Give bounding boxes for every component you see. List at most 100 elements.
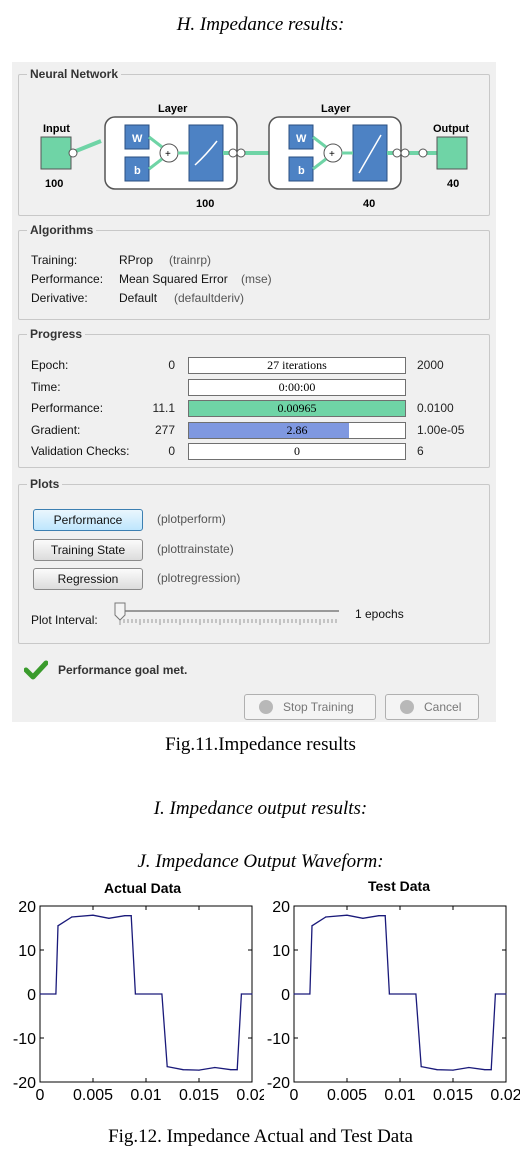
- data-point: [134, 993, 136, 995]
- layer2-label: Layer: [321, 103, 351, 115]
- figure-caption-11: Fig.11.Impedance results: [165, 734, 356, 755]
- plots-group: Plots Performance (plotperform) Training…: [18, 477, 490, 644]
- output-size: 40: [447, 178, 459, 190]
- progress-start: 0: [168, 444, 175, 458]
- progress-label: Epoch:: [31, 358, 69, 372]
- layer1-size: 100: [196, 198, 214, 210]
- chart-title-actual: Actual Data: [104, 880, 182, 896]
- x-tick-label: 0.005: [327, 1087, 367, 1104]
- group-title: Progress: [27, 327, 86, 341]
- algo-label: Training:: [31, 253, 78, 267]
- progress-end: 6: [417, 444, 424, 458]
- algo-sub: (trainrp): [169, 253, 212, 267]
- performance-plot-sub: (plotperform): [157, 512, 226, 526]
- progress-value: 27 iterations: [267, 358, 327, 372]
- chart-title-test: Test Data: [368, 878, 430, 894]
- layer1-plus: +: [165, 149, 171, 160]
- layer2-w-label: W: [296, 133, 307, 145]
- progress-label: Time:: [31, 379, 61, 394]
- regression-plot-sub: (plotregression): [157, 571, 241, 585]
- y-tick-label: 0: [281, 987, 290, 1004]
- plot-interval-value: 1 epochs: [355, 607, 404, 621]
- test-data-chart: 20100-10-200 0.005 0.01 0.015 0.02: [267, 899, 520, 1104]
- algo-label: Derivative:: [31, 291, 88, 305]
- data-point: [436, 1069, 438, 1071]
- data-point: [468, 1066, 470, 1069]
- regression-plot-button[interactable]: Regression: [33, 568, 143, 590]
- data-point: [108, 917, 110, 919]
- y-tick-label: -20: [13, 1075, 36, 1092]
- progress-end: 2000: [417, 358, 444, 372]
- cancel-label: Cancel: [424, 700, 462, 714]
- figure-caption-12: Fig.12. Impedance Actual and Test Data: [108, 1126, 413, 1147]
- x-tick-label: 0: [36, 1087, 45, 1104]
- data-point: [55, 993, 57, 995]
- data-point: [484, 1069, 486, 1071]
- algo-value: Mean Squared Error: [119, 272, 228, 286]
- data-point: [240, 993, 242, 995]
- progress-end: 0.0100: [417, 401, 454, 415]
- input-size: 100: [45, 178, 63, 190]
- x-tick-label: 0.005: [73, 1087, 113, 1104]
- data-point: [293, 993, 295, 995]
- progress-group: Progress Epoch: 0 27 iterations 2000 Time: 0:…: [18, 327, 490, 468]
- y-tick-label: -10: [13, 1031, 36, 1048]
- connector-node: [68, 148, 78, 158]
- data-point: [325, 916, 327, 918]
- plot-interval-slider[interactable]: [113, 599, 353, 631]
- data-point: [384, 915, 386, 917]
- y-tick-label: 20: [18, 899, 36, 916]
- performance-plot-button[interactable]: Performance: [33, 509, 143, 531]
- data-point: [505, 993, 507, 995]
- data-point: [124, 915, 126, 917]
- cancel-button[interactable]: Cancel: [385, 694, 479, 720]
- data-point: [166, 1066, 168, 1068]
- progress-value: 0: [294, 444, 300, 458]
- x-tick-label: 0.015: [433, 1087, 473, 1104]
- progress-value: 2.86: [286, 422, 308, 437]
- algo-sub: (defaultderiv): [174, 291, 245, 305]
- data-point: [490, 1069, 492, 1071]
- plot-interval-label: Plot Interval:: [31, 613, 98, 627]
- data-point: [388, 993, 390, 995]
- data-point: [309, 993, 311, 995]
- data-point: [236, 1069, 238, 1071]
- y-tick-label: -10: [267, 1031, 290, 1048]
- stop-icon: [259, 700, 273, 714]
- training-state-plot-button[interactable]: Training State: [33, 539, 143, 561]
- progress-value: 0.00965: [277, 401, 317, 415]
- y-tick-label: 0: [27, 987, 36, 1004]
- y-tick-label: -20: [267, 1075, 290, 1092]
- output-label: Output: [433, 123, 469, 135]
- actual-data-chart: 20100-10-200 0.005 0.01 0.015 0.02: [13, 899, 264, 1104]
- progress-start: 277: [154, 422, 175, 437]
- x-tick-label: 0.02: [236, 1087, 264, 1104]
- input-label: Input: [43, 123, 70, 135]
- x-tick-label: 0.02: [490, 1087, 520, 1104]
- data-point: [251, 993, 253, 995]
- data-point: [71, 916, 73, 918]
- progress-start: 0: [168, 358, 175, 372]
- data-point: [362, 917, 364, 919]
- algorithms-group: Algorithms Training: RProp (trainrp) Per…: [18, 223, 490, 320]
- data-point: [420, 1066, 422, 1068]
- progress-bar: 0: [188, 443, 406, 460]
- data-point: [198, 1069, 200, 1071]
- data-point: [415, 993, 417, 995]
- data-point: [39, 993, 41, 995]
- status-text: Performance goal met.: [58, 663, 188, 677]
- x-tick-label: 0.01: [130, 1087, 161, 1104]
- y-tick-label: 20: [272, 899, 290, 916]
- layer1-w-label: W: [132, 133, 143, 145]
- stop-training-button[interactable]: Stop Training: [244, 694, 376, 720]
- layer2-size: 40: [363, 198, 375, 210]
- progress-label: Validation Checks:: [31, 444, 130, 458]
- progress-bar: 0.00965: [188, 400, 406, 417]
- network-diagram: Input 100 Layer W b + 100 Layer W b + 40…: [40, 103, 469, 210]
- y-tick-label: 10: [272, 943, 290, 960]
- data-point: [57, 925, 59, 927]
- layer2-plus: +: [329, 149, 335, 160]
- layer2-b-label: b: [298, 165, 305, 177]
- cancel-icon: [400, 700, 414, 714]
- algo-label: Performance:: [31, 272, 104, 286]
